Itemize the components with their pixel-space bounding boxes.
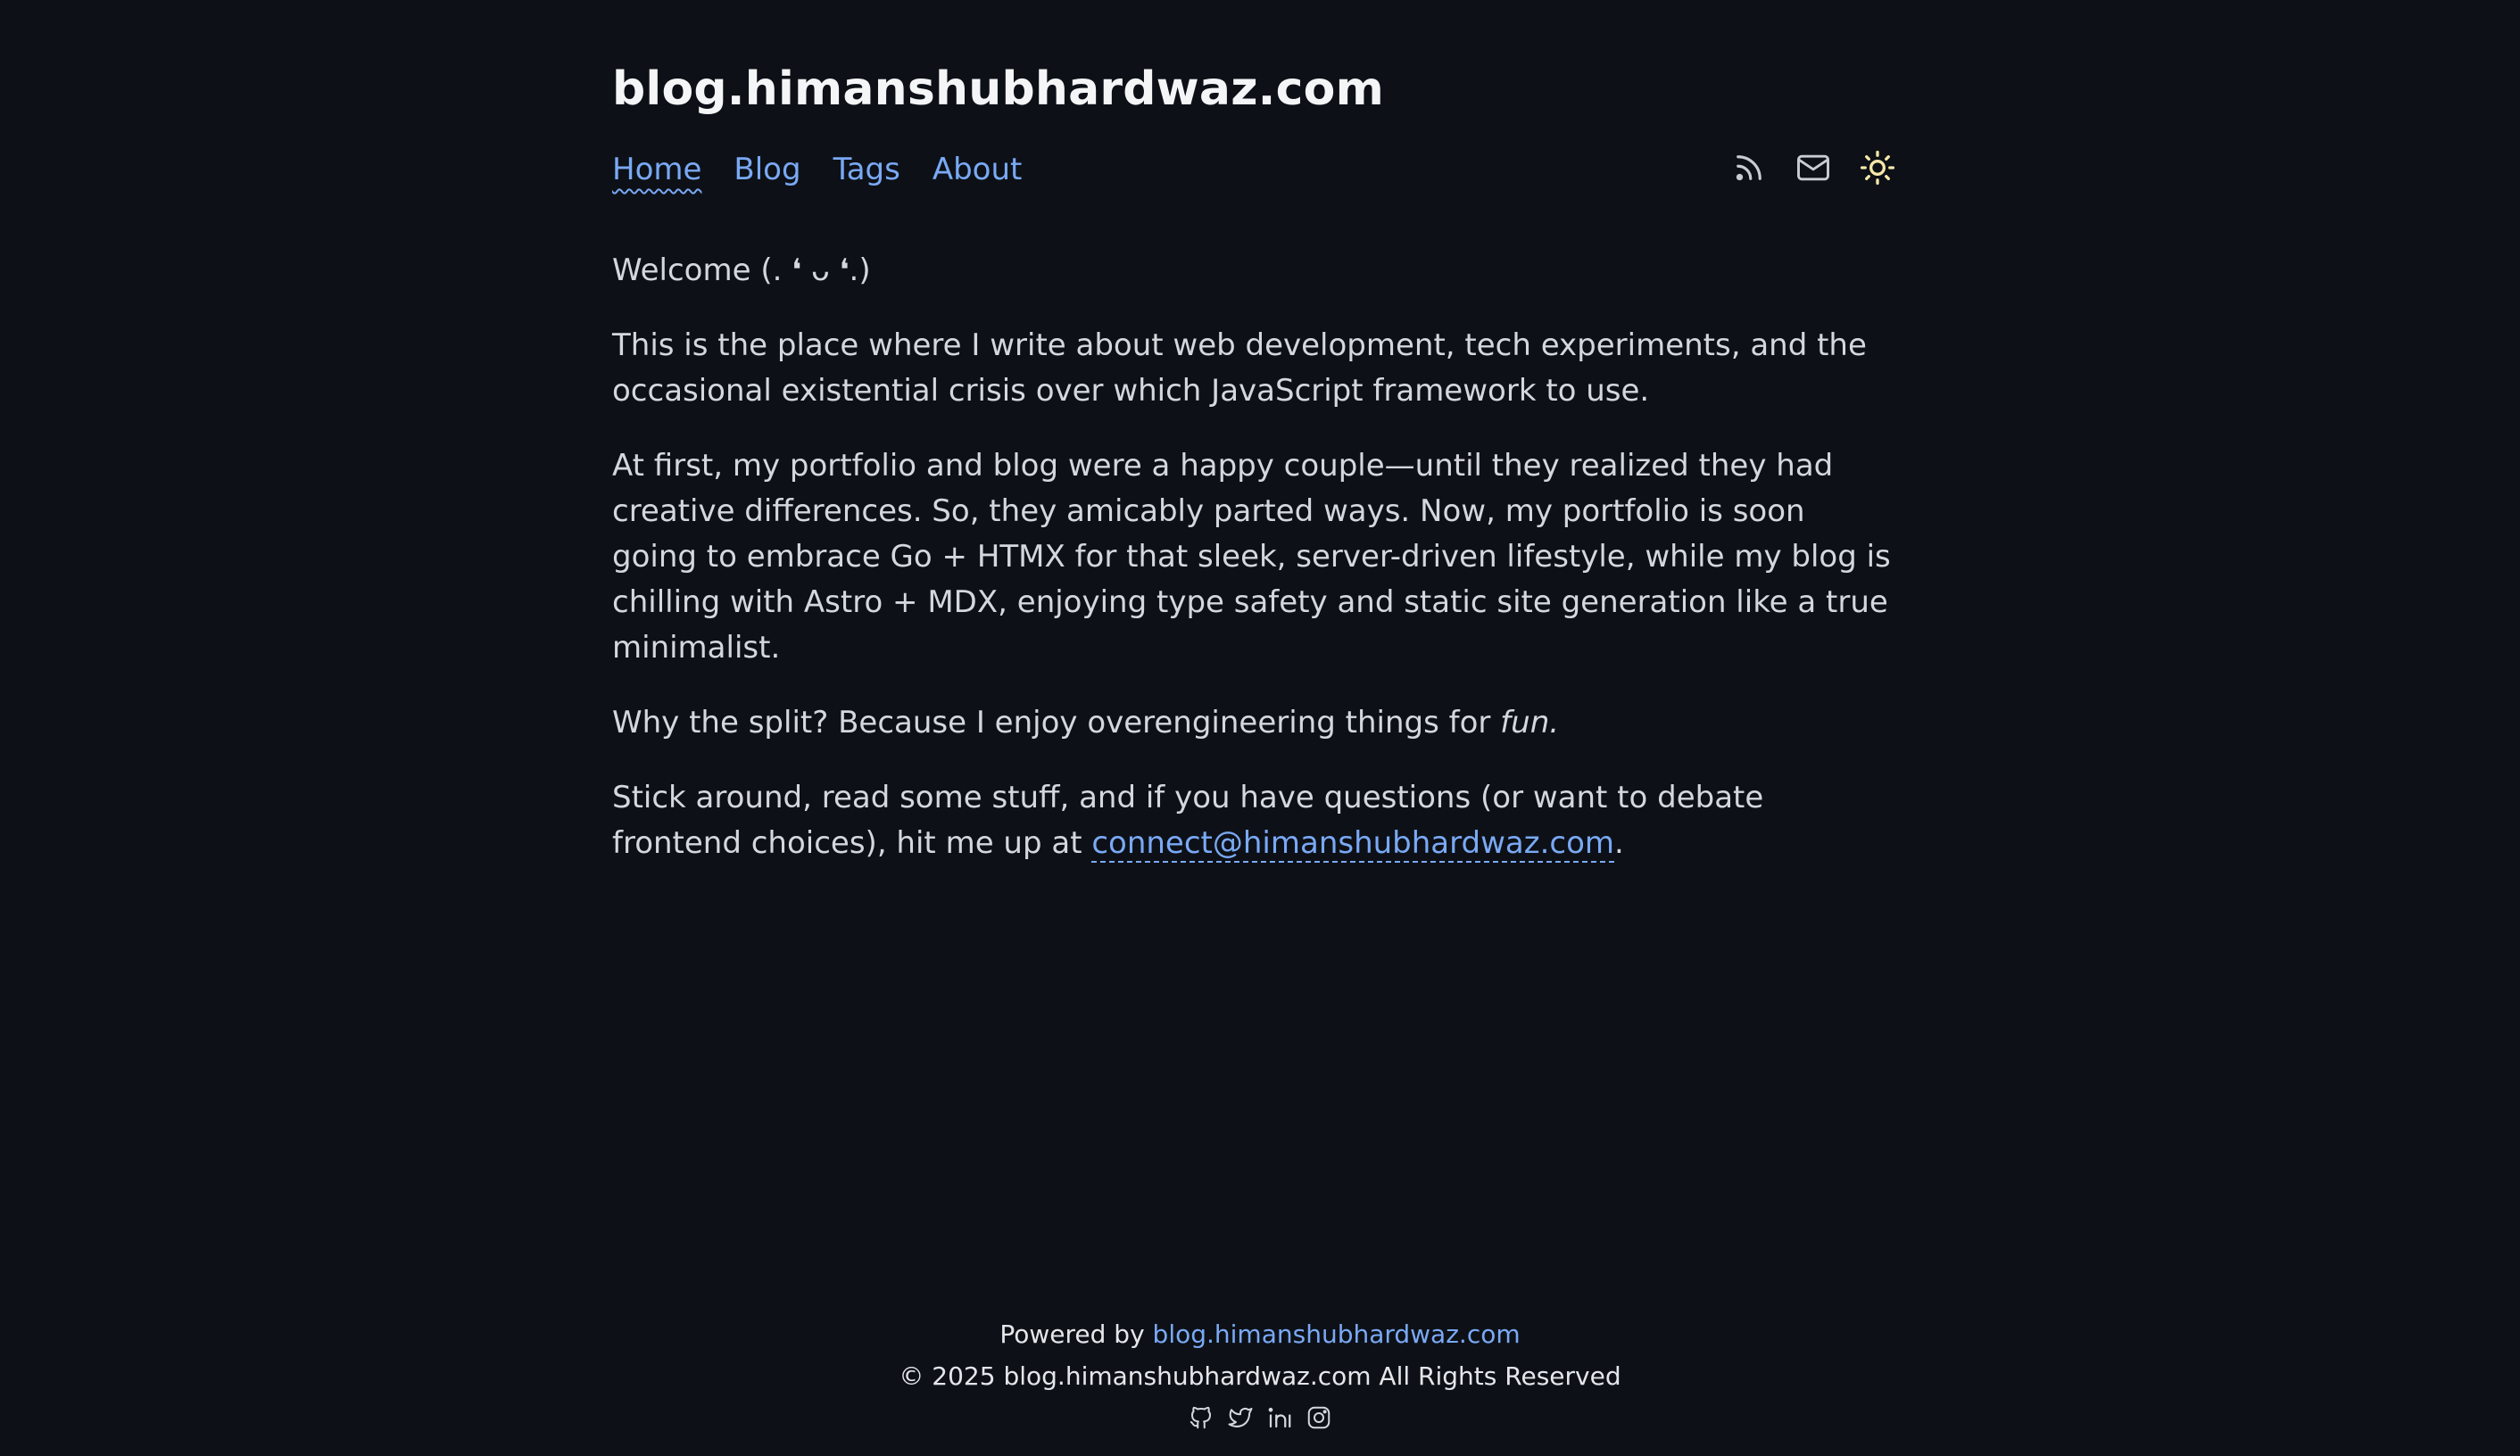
mail-icon[interactable] (1794, 148, 1833, 187)
social-links (0, 1402, 2520, 1433)
powered-by-line: Powered by blog.himanshubhardwaz.com (0, 1313, 2520, 1355)
nav-blog-link[interactable]: Blog (734, 152, 800, 187)
copyright-text: © 2025 blog.himanshubhardwaz.com All Rig… (899, 1361, 1621, 1391)
theme-toggle-sun-icon[interactable] (1858, 148, 1897, 187)
why-split-text: Why the split? Because I enjoy overengin… (612, 705, 1501, 740)
nav-about-link[interactable]: About (933, 152, 1023, 187)
why-split-paragraph: Why the split? Because I enjoy overengin… (612, 700, 1897, 746)
main-nav: Home Blog Tags About (612, 152, 1022, 187)
linkedin-icon[interactable] (1264, 1402, 1295, 1433)
header-toolbar (1729, 148, 1897, 187)
split-story-paragraph: At first, my portfolio and blog were a h… (612, 448, 1891, 666)
fun-emphasis: fun. (1500, 705, 1560, 740)
twitter-icon[interactable] (1225, 1402, 1256, 1433)
main-content: Welcome (. ❛ ᴗ ❛.) This is the place whe… (612, 248, 1897, 896)
nav-home-link[interactable]: Home (612, 152, 701, 187)
intro-paragraph: This is the place where I write about we… (612, 327, 1867, 409)
site-footer: Powered by blog.himanshubhardwaz.com © 2… (0, 1313, 2520, 1433)
github-icon[interactable] (1186, 1402, 1216, 1433)
site-title[interactable]: blog.himanshubhardwaz.com (612, 62, 1384, 116)
welcome-text: Welcome (. ❛ ᴗ ❛.) (612, 252, 871, 288)
nav-tags-link[interactable]: Tags (833, 152, 900, 187)
instagram-icon[interactable] (1304, 1402, 1334, 1433)
powered-by-link[interactable]: blog.himanshubhardwaz.com (1153, 1320, 1521, 1349)
contact-period: . (1614, 825, 1624, 861)
powered-by-text: Powered by (999, 1320, 1153, 1349)
contact-paragraph: Stick around, read some stuff, and if yo… (612, 775, 1897, 866)
rss-icon[interactable] (1729, 148, 1769, 187)
contact-email-link[interactable]: connect@himanshubhardwaz.com (1091, 825, 1615, 863)
